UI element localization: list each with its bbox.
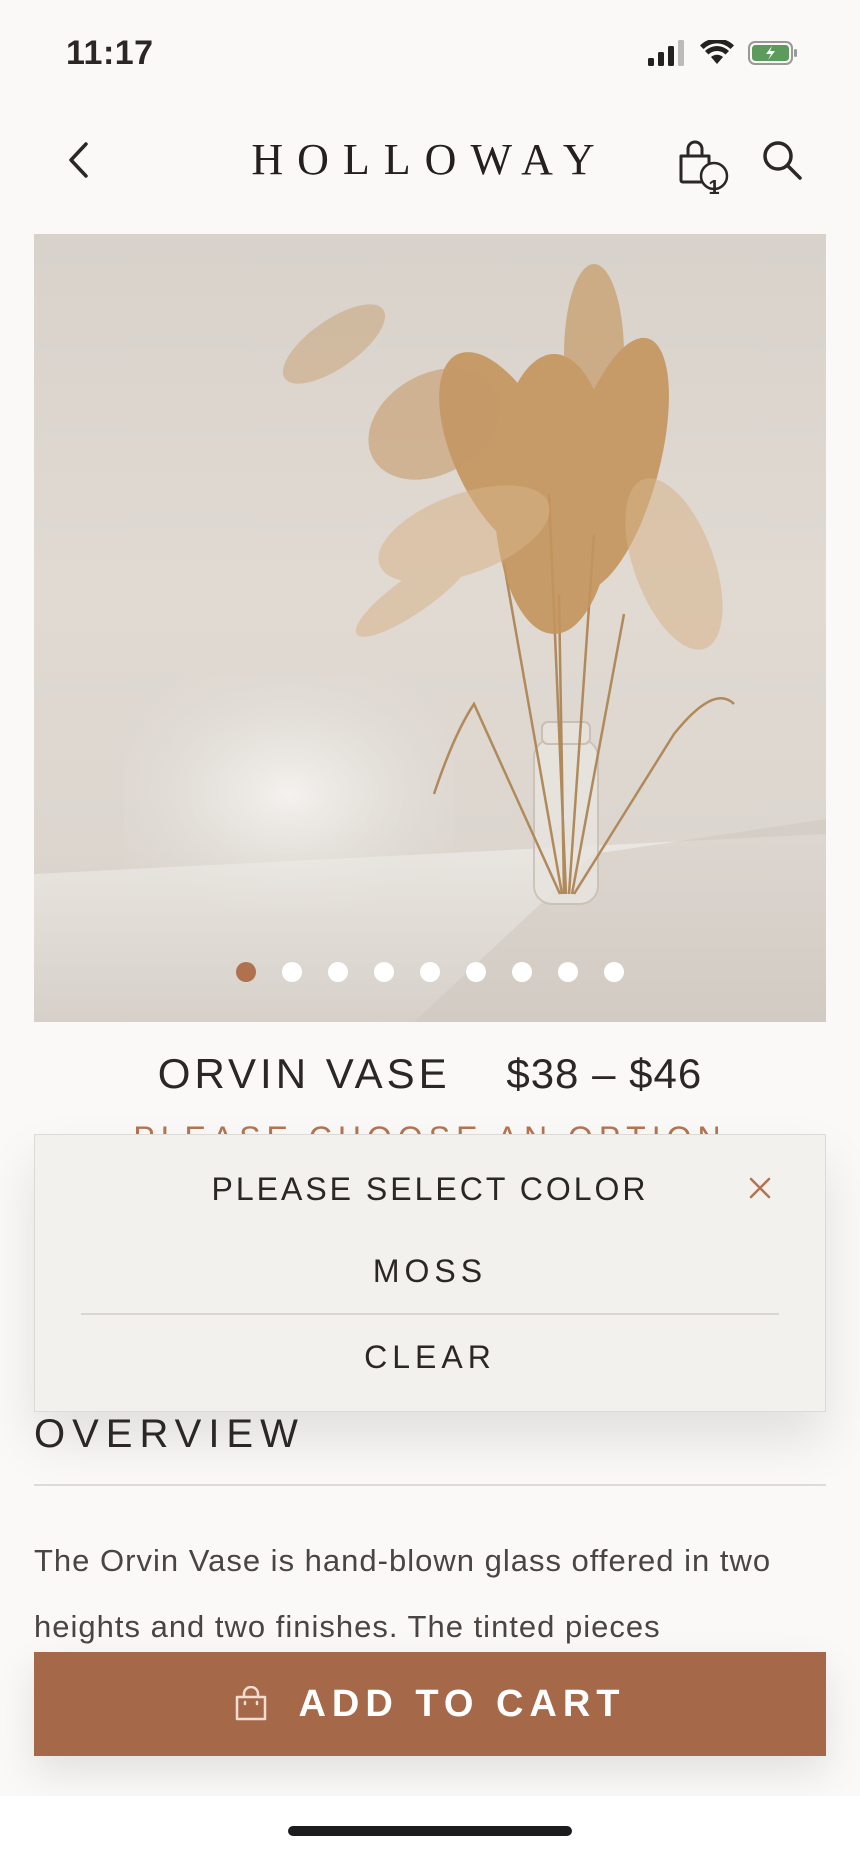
- product-image-carousel[interactable]: [34, 234, 826, 1022]
- divider: [34, 1484, 826, 1486]
- carousel-dot[interactable]: [328, 962, 348, 982]
- product-name: ORVIN VASE: [157, 1050, 451, 1097]
- carousel-dot[interactable]: [374, 962, 394, 982]
- cart-button[interactable]: 1: [676, 136, 736, 199]
- carousel-dot[interactable]: [558, 962, 578, 982]
- status-bar: 11:17: [0, 0, 860, 110]
- home-indicator[interactable]: [288, 1826, 572, 1836]
- signal-icon: [648, 40, 684, 66]
- overview-heading: OVERVIEW: [34, 1412, 305, 1456]
- color-option-clear[interactable]: CLEAR: [35, 1339, 825, 1376]
- product-heading: ORVIN VASE $38 – $46: [0, 1050, 860, 1098]
- divider: [81, 1313, 779, 1315]
- search-button[interactable]: [760, 138, 810, 188]
- product-photo: [34, 264, 826, 1022]
- carousel-dot[interactable]: [420, 962, 440, 982]
- wifi-icon: [700, 40, 734, 64]
- carousel-dot-active[interactable]: [236, 962, 256, 982]
- product-price: $38 – $46: [506, 1050, 703, 1097]
- app-header: HOLLOWAY 1: [0, 120, 860, 204]
- carousel-dot[interactable]: [604, 962, 624, 982]
- color-select-popover: PLEASE SELECT COLOR MOSS CLEAR: [34, 1134, 826, 1412]
- carousel-pagination: [34, 962, 826, 982]
- carousel-dot[interactable]: [466, 962, 486, 982]
- cart-count-badge: 1: [708, 177, 720, 199]
- close-button[interactable]: [745, 1173, 775, 1203]
- shopping-bag-icon: [236, 1686, 267, 1721]
- color-option-moss[interactable]: MOSS: [35, 1253, 825, 1290]
- popover-title: PLEASE SELECT COLOR: [211, 1171, 649, 1207]
- status-icons: [648, 40, 798, 66]
- battery-icon: [748, 41, 797, 65]
- add-to-cart-button[interactable]: ADD TO CART: [34, 1652, 826, 1756]
- close-icon: [749, 1177, 771, 1199]
- overview-description: The Orvin Vase is hand-blown glass offer…: [34, 1543, 772, 1644]
- search-icon: [763, 141, 802, 180]
- carousel-dot[interactable]: [282, 962, 302, 982]
- status-time: 11:17: [66, 34, 154, 72]
- carousel-dot[interactable]: [512, 962, 532, 982]
- add-to-cart-label: ADD TO CART: [298, 1682, 626, 1725]
